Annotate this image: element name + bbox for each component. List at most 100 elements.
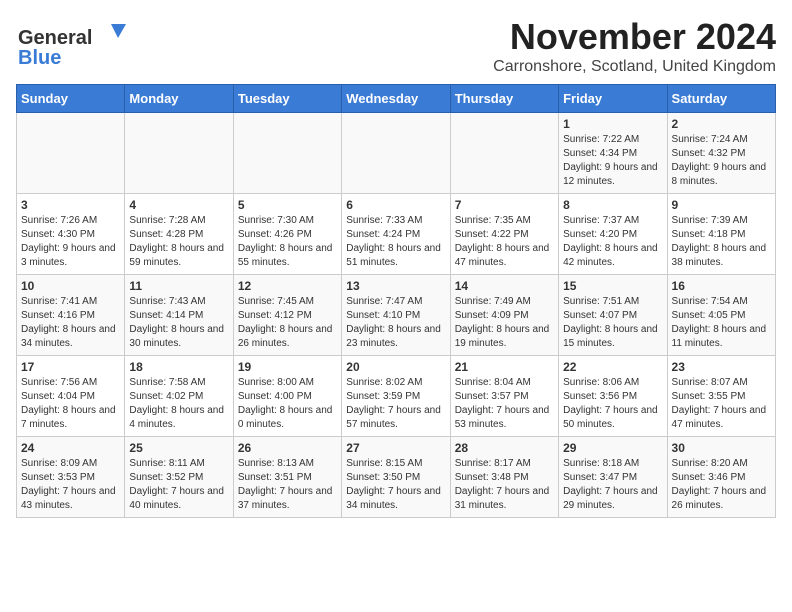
day-info: Sunrise: 8:00 AMSunset: 4:00 PMDaylight:…	[238, 376, 337, 432]
day-info: Sunrise: 8:02 AMSunset: 3:59 PMDaylight:…	[346, 376, 445, 432]
day-info: Sunrise: 8:15 AMSunset: 3:50 PMDaylight:…	[346, 457, 445, 513]
day-info: Sunrise: 7:45 AMSunset: 4:12 PMDaylight:…	[238, 295, 337, 351]
calendar-cell: 16 Sunrise: 7:54 AMSunset: 4:05 PMDayligh…	[667, 275, 775, 356]
day-number: 9	[672, 198, 771, 212]
day-number: 10	[21, 279, 120, 293]
day-info: Sunrise: 7:30 AMSunset: 4:26 PMDaylight:…	[238, 214, 337, 270]
day-number: 29	[563, 441, 662, 455]
calendar-cell: 4Sunrise: 7:28 AMSunset: 4:28 PMDaylight…	[125, 194, 233, 275]
day-number: 30	[672, 441, 771, 455]
calendar-cell: 20 Sunrise: 8:02 AMSunset: 3:59 PMDayligh…	[342, 356, 450, 437]
calendar-cell: 6 Sunrise: 7:33 AMSunset: 4:24 PMDaylight…	[342, 194, 450, 275]
day-info: Sunrise: 8:17 AMSunset: 3:48 PMDaylight:…	[455, 457, 554, 513]
weekday-header: Friday	[559, 85, 667, 113]
day-info: Sunrise: 7:37 AMSunset: 4:20 PMDaylight:…	[563, 214, 662, 270]
calendar-cell: 2Sunrise: 7:24 AMSunset: 4:32 PMDaylight…	[667, 113, 775, 194]
location: Carronshore, Scotland, United Kingdom	[493, 58, 776, 76]
day-info: Sunrise: 7:22 AMSunset: 4:34 PMDaylight:…	[563, 133, 662, 189]
calendar-cell: 24 Sunrise: 8:09 AMSunset: 3:53 PMDayligh…	[17, 437, 125, 518]
day-number: 16	[672, 279, 771, 293]
svg-text:General: General	[18, 27, 92, 49]
calendar-cell: 30 Sunrise: 8:20 AMSunset: 3:46 PMDayligh…	[667, 437, 775, 518]
day-number: 28	[455, 441, 554, 455]
calendar-cell: 10 Sunrise: 7:41 AMSunset: 4:16 PMDayligh…	[17, 275, 125, 356]
calendar-cell: 14 Sunrise: 7:49 AMSunset: 4:09 PMDayligh…	[450, 275, 558, 356]
day-number: 1	[563, 117, 662, 131]
day-info: Sunrise: 8:06 AMSunset: 3:56 PMDaylight:…	[563, 376, 662, 432]
day-number: 27	[346, 441, 445, 455]
day-info: Sunrise: 7:28 AMSunset: 4:28 PMDaylight:…	[129, 214, 228, 270]
logo: General Blue	[16, 16, 136, 71]
calendar-cell: 29 Sunrise: 8:18 AMSunset: 3:47 PMDayligh…	[559, 437, 667, 518]
calendar-cell: 13 Sunrise: 7:47 AMSunset: 4:10 PMDayligh…	[342, 275, 450, 356]
calendar-cell	[17, 113, 125, 194]
day-number: 2	[672, 117, 771, 131]
calendar-header: SundayMondayTuesdayWednesdayThursdayFrid…	[17, 85, 776, 113]
calendar-cell: 26 Sunrise: 8:13 AMSunset: 3:51 PMDayligh…	[233, 437, 341, 518]
day-number: 20	[346, 360, 445, 374]
weekday-header: Wednesday	[342, 85, 450, 113]
day-number: 14	[455, 279, 554, 293]
day-number: 25	[129, 441, 228, 455]
day-info: Sunrise: 8:18 AMSunset: 3:47 PMDaylight:…	[563, 457, 662, 513]
title-area: November 2024 Carronshore, Scotland, Uni…	[493, 16, 776, 76]
day-info: Sunrise: 7:47 AMSunset: 4:10 PMDaylight:…	[346, 295, 445, 351]
calendar-cell: 23 Sunrise: 8:07 AMSunset: 3:55 PMDayligh…	[667, 356, 775, 437]
calendar-cell: 5 Sunrise: 7:30 AMSunset: 4:26 PMDaylight…	[233, 194, 341, 275]
day-number: 23	[672, 360, 771, 374]
day-number: 7	[455, 198, 554, 212]
calendar-cell: 18 Sunrise: 7:58 AMSunset: 4:02 PMDayligh…	[125, 356, 233, 437]
day-info: Sunrise: 7:51 AMSunset: 4:07 PMDaylight:…	[563, 295, 662, 351]
calendar-cell: 7 Sunrise: 7:35 AMSunset: 4:22 PMDaylight…	[450, 194, 558, 275]
day-number: 26	[238, 441, 337, 455]
calendar-cell: 22 Sunrise: 8:06 AMSunset: 3:56 PMDayligh…	[559, 356, 667, 437]
day-number: 22	[563, 360, 662, 374]
day-info: Sunrise: 7:33 AMSunset: 4:24 PMDaylight:…	[346, 214, 445, 270]
day-number: 19	[238, 360, 337, 374]
calendar-cell: 21 Sunrise: 8:04 AMSunset: 3:57 PMDayligh…	[450, 356, 558, 437]
svg-text:Blue: Blue	[18, 47, 61, 69]
day-info: Sunrise: 8:20 AMSunset: 3:46 PMDaylight:…	[672, 457, 771, 513]
calendar-cell: 12 Sunrise: 7:45 AMSunset: 4:12 PMDayligh…	[233, 275, 341, 356]
day-number: 5	[238, 198, 337, 212]
day-info: Sunrise: 7:41 AMSunset: 4:16 PMDaylight:…	[21, 295, 120, 351]
day-info: Sunrise: 8:04 AMSunset: 3:57 PMDaylight:…	[455, 376, 554, 432]
day-number: 12	[238, 279, 337, 293]
calendar-cell	[450, 113, 558, 194]
weekday-header: Saturday	[667, 85, 775, 113]
day-number: 18	[129, 360, 228, 374]
calendar-cell: 19 Sunrise: 8:00 AMSunset: 4:00 PMDayligh…	[233, 356, 341, 437]
weekday-header: Tuesday	[233, 85, 341, 113]
day-number: 24	[21, 441, 120, 455]
calendar-cell: 27 Sunrise: 8:15 AMSunset: 3:50 PMDayligh…	[342, 437, 450, 518]
day-info: Sunrise: 8:13 AMSunset: 3:51 PMDaylight:…	[238, 457, 337, 513]
calendar-cell: 3 Sunrise: 7:26 AMSunset: 4:30 PMDaylight…	[17, 194, 125, 275]
weekday-header: Monday	[125, 85, 233, 113]
day-number: 21	[455, 360, 554, 374]
day-info: Sunrise: 7:54 AMSunset: 4:05 PMDaylight:…	[672, 295, 771, 351]
day-number: 6	[346, 198, 445, 212]
day-info: Sunrise: 7:35 AMSunset: 4:22 PMDaylight:…	[455, 214, 554, 270]
calendar-cell: 1 Sunrise: 7:22 AMSunset: 4:34 PMDaylight…	[559, 113, 667, 194]
month-title: November 2024	[493, 16, 776, 58]
calendar-table: SundayMondayTuesdayWednesdayThursdayFrid…	[16, 84, 776, 518]
day-number: 3	[21, 198, 120, 212]
calendar-cell	[233, 113, 341, 194]
day-info: Sunrise: 7:43 AMSunset: 4:14 PMDaylight:…	[129, 295, 228, 351]
day-info: Sunrise: 8:07 AMSunset: 3:55 PMDaylight:…	[672, 376, 771, 432]
day-info: Sunrise: 7:58 AMSunset: 4:02 PMDaylight:…	[129, 376, 228, 432]
day-info: Sunrise: 7:56 AMSunset: 4:04 PMDaylight:…	[21, 376, 120, 432]
weekday-header: Sunday	[17, 85, 125, 113]
calendar-cell: 11 Sunrise: 7:43 AMSunset: 4:14 PMDayligh…	[125, 275, 233, 356]
calendar-cell: 15Sunrise: 7:51 AMSunset: 4:07 PMDayligh…	[559, 275, 667, 356]
day-number: 13	[346, 279, 445, 293]
day-info: Sunrise: 8:09 AMSunset: 3:53 PMDaylight:…	[21, 457, 120, 513]
day-number: 11	[129, 279, 228, 293]
calendar-cell: 28 Sunrise: 8:17 AMSunset: 3:48 PMDayligh…	[450, 437, 558, 518]
day-info: Sunrise: 7:26 AMSunset: 4:30 PMDaylight:…	[21, 214, 120, 270]
day-info: Sunrise: 7:49 AMSunset: 4:09 PMDaylight:…	[455, 295, 554, 351]
calendar-cell: 9Sunrise: 7:39 AMSunset: 4:18 PMDaylight…	[667, 194, 775, 275]
calendar-cell	[125, 113, 233, 194]
calendar-cell: 8Sunrise: 7:37 AMSunset: 4:20 PMDaylight…	[559, 194, 667, 275]
day-number: 17	[21, 360, 120, 374]
